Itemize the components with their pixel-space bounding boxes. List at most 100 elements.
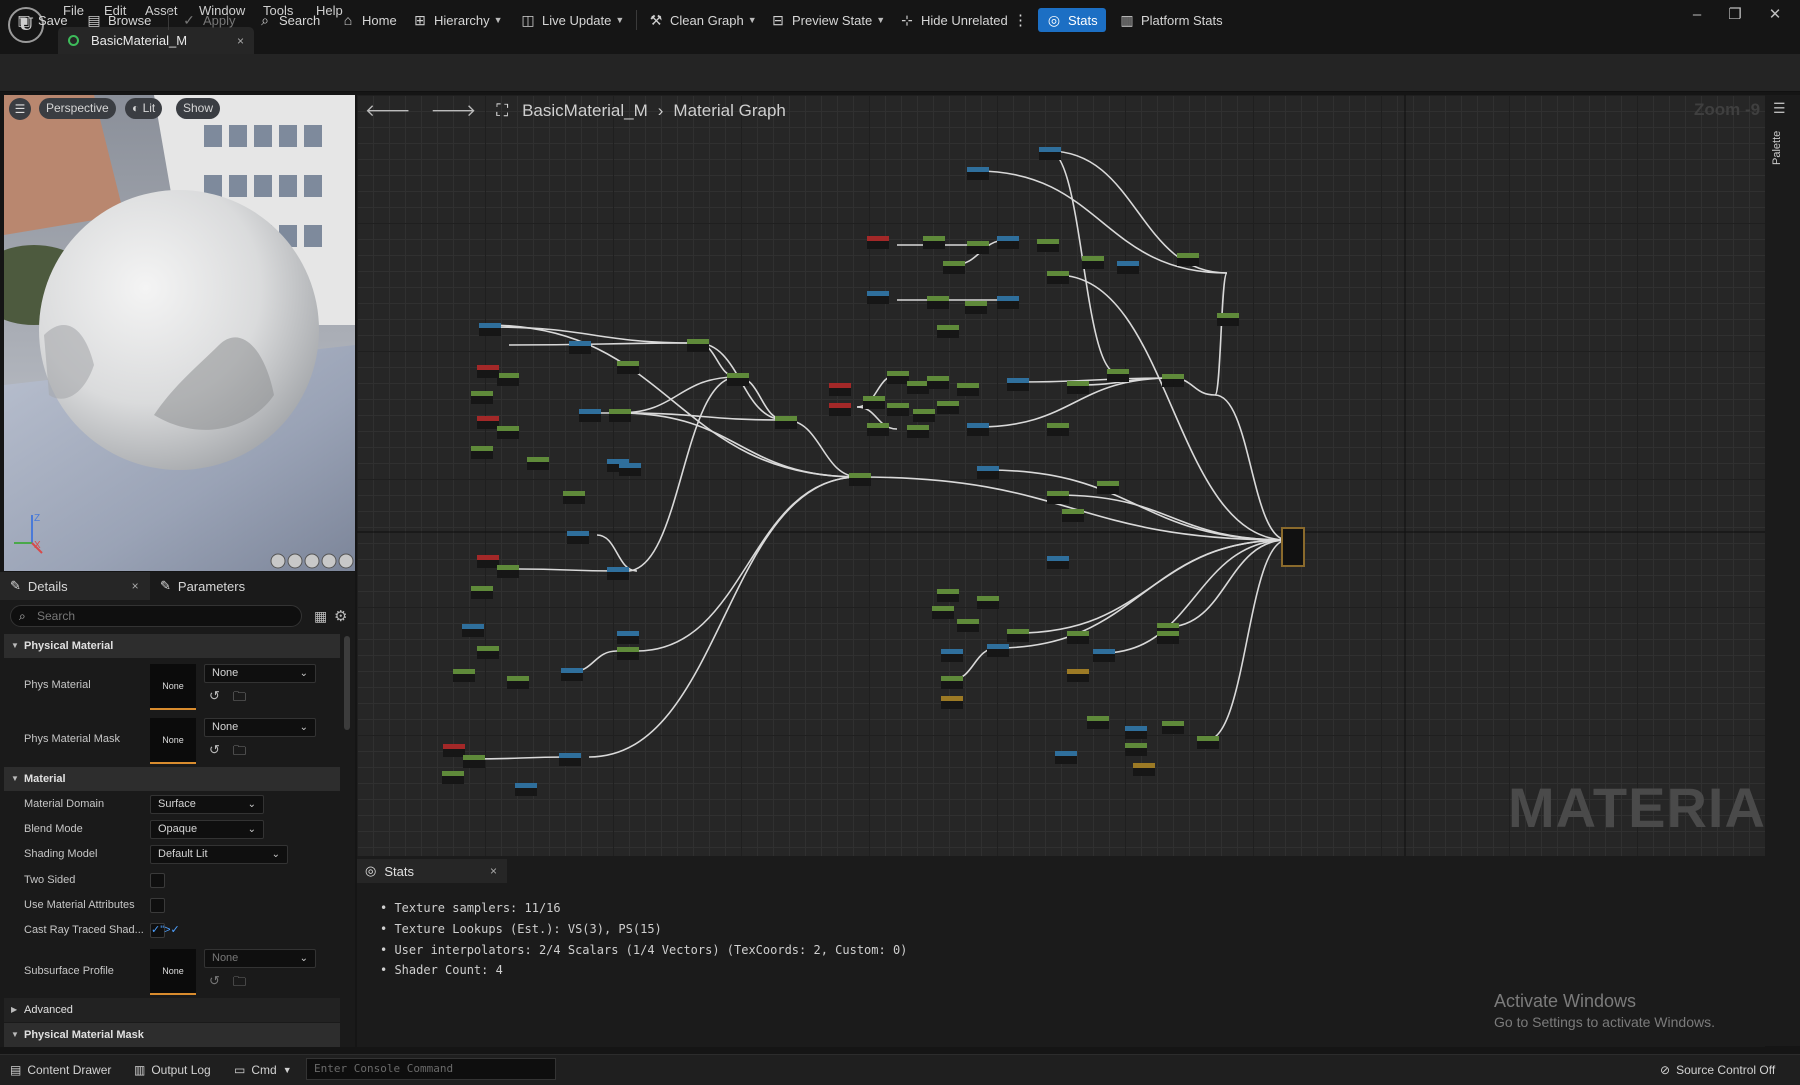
graph-node[interactable]	[453, 669, 475, 682]
graph-node[interactable]	[479, 323, 501, 336]
graph-node[interactable]	[937, 401, 959, 414]
graph-node[interactable]	[507, 676, 529, 689]
section-physical-material[interactable]: ▼ Physical Material	[4, 634, 340, 658]
graph-node[interactable]	[977, 466, 999, 479]
graph-node[interactable]	[965, 301, 987, 314]
section-material[interactable]: ▼ Material	[4, 767, 340, 791]
graph-node[interactable]	[863, 396, 885, 409]
content-drawer-button[interactable]: ▤ Content Drawer	[10, 1061, 111, 1079]
graph-node[interactable]	[927, 296, 949, 309]
blend-mode-dropdown[interactable]: Opaque ⌄	[150, 820, 264, 839]
graph-node[interactable]	[932, 606, 954, 619]
forward-arrow-icon[interactable]: 🡒	[431, 101, 477, 121]
breadcrumb-root[interactable]: BasicMaterial_M	[522, 101, 648, 121]
graph-node[interactable]	[1093, 649, 1115, 662]
cast-ray-traced-checkbox[interactable]: ✓">✓	[150, 923, 180, 938]
close-tab-icon[interactable]: ×	[132, 579, 139, 593]
home-button[interactable]: ⌂ Home	[340, 8, 397, 32]
graph-node[interactable]	[567, 531, 589, 544]
back-arrow-icon[interactable]: 🡐	[365, 101, 411, 121]
graph-node[interactable]	[1217, 313, 1239, 326]
graph-node[interactable]	[563, 491, 585, 504]
phys-material-mask-dropdown[interactable]: None ⌄	[204, 718, 316, 737]
graph-node[interactable]	[829, 383, 851, 396]
graph-node[interactable]	[867, 291, 889, 304]
more-options-icon[interactable]: ⋮	[1013, 8, 1028, 32]
close-tab-icon[interactable]: ×	[237, 34, 244, 48]
graph-node[interactable]	[617, 361, 639, 374]
graph-node[interactable]	[867, 423, 889, 436]
graph-node[interactable]	[497, 373, 519, 386]
reset-arrow-icon[interactable]: ↺	[209, 973, 220, 989]
use-material-attributes-checkbox[interactable]	[150, 898, 165, 913]
graph-node[interactable]	[937, 325, 959, 338]
reset-arrow-icon[interactable]: ↺	[209, 688, 220, 704]
graph-node[interactable]	[907, 381, 929, 394]
palette-list-icon[interactable]: ☰	[1773, 100, 1786, 117]
graph-node[interactable]	[867, 236, 889, 249]
graph-node[interactable]	[1082, 256, 1104, 269]
graph-node[interactable]	[559, 753, 581, 766]
browse-folder-icon[interactable]: 🗀	[233, 973, 246, 995]
graph-node[interactable]	[477, 646, 499, 659]
graph-node[interactable]	[442, 771, 464, 784]
graph-node[interactable]	[579, 409, 601, 422]
subsurface-profile-dropdown[interactable]: None ⌄	[204, 949, 316, 968]
graph-node[interactable]	[987, 644, 1009, 657]
graph-node[interactable]	[477, 416, 499, 429]
graph-node[interactable]	[1067, 381, 1089, 394]
apply-button[interactable]: ✓ Apply	[181, 8, 235, 32]
graph-node[interactable]	[617, 647, 639, 660]
details-search-input[interactable]: ⌕ Search	[10, 605, 302, 627]
graph-node[interactable]	[1067, 669, 1089, 682]
graph-node[interactable]	[1047, 423, 1069, 436]
phys-material-mask-thumbnail[interactable]: None	[150, 718, 196, 764]
graph-node[interactable]	[941, 649, 963, 662]
palette-tab[interactable]: Palette	[1771, 131, 1783, 165]
graph-node[interactable]	[1125, 726, 1147, 739]
clean-graph-dropdown[interactable]: ⚒ Clean Graph ▼	[648, 8, 757, 32]
graph-node[interactable]	[727, 373, 749, 386]
graph-node[interactable]	[1107, 369, 1129, 382]
graph-node[interactable]	[561, 668, 583, 681]
graph-node[interactable]	[1037, 239, 1059, 252]
details-tab[interactable]: ✎ Details ×	[10, 572, 139, 600]
graph-node[interactable]	[997, 296, 1019, 309]
graph-node[interactable]	[941, 676, 963, 689]
browse-button[interactable]: ▤ Browse	[86, 8, 151, 32]
material-output-node[interactable]	[1281, 527, 1305, 567]
minimize-button[interactable]: –	[1682, 4, 1712, 26]
graph-node[interactable]	[497, 426, 519, 439]
hide-unrelated-button[interactable]: ⊹ Hide Unrelated	[899, 8, 1008, 32]
live-update-dropdown[interactable]: ◫ Live Update ▼	[520, 8, 624, 32]
graph-node[interactable]	[907, 425, 929, 438]
graph-node[interactable]	[515, 783, 537, 796]
graph-node[interactable]	[977, 596, 999, 609]
details-scrollbar[interactable]	[344, 636, 350, 730]
section-physical-material-mask[interactable]: ▼ Physical Material Mask	[4, 1023, 340, 1047]
graph-node[interactable]	[997, 236, 1019, 249]
browse-folder-icon[interactable]: 🗀	[233, 688, 246, 710]
graph-node[interactable]	[775, 416, 797, 429]
graph-node[interactable]	[943, 261, 965, 274]
graph-node[interactable]	[887, 403, 909, 416]
graph-node[interactable]	[609, 409, 631, 422]
graph-node[interactable]	[471, 391, 493, 404]
graph-node[interactable]	[967, 423, 989, 436]
graph-node[interactable]	[1157, 631, 1179, 644]
shading-model-dropdown[interactable]: Default Lit ⌄	[150, 845, 288, 864]
settings-gear-icon[interactable]: ⚙	[334, 607, 347, 625]
graph-node[interactable]	[957, 619, 979, 632]
graph-node[interactable]	[1097, 481, 1119, 494]
graph-node[interactable]	[957, 383, 979, 396]
material-domain-dropdown[interactable]: Surface ⌄	[150, 795, 264, 814]
graph-node[interactable]	[1055, 751, 1077, 764]
graph-node[interactable]	[443, 744, 465, 757]
save-button[interactable]: ▣ Save	[16, 8, 67, 32]
graph-node[interactable]	[1039, 147, 1061, 160]
graph-node[interactable]	[477, 555, 499, 568]
show-button[interactable]: Show	[176, 98, 221, 119]
graph-node[interactable]	[1067, 631, 1089, 644]
graph-node[interactable]	[607, 567, 629, 580]
output-log-button[interactable]: ▥ Output Log	[134, 1061, 211, 1079]
